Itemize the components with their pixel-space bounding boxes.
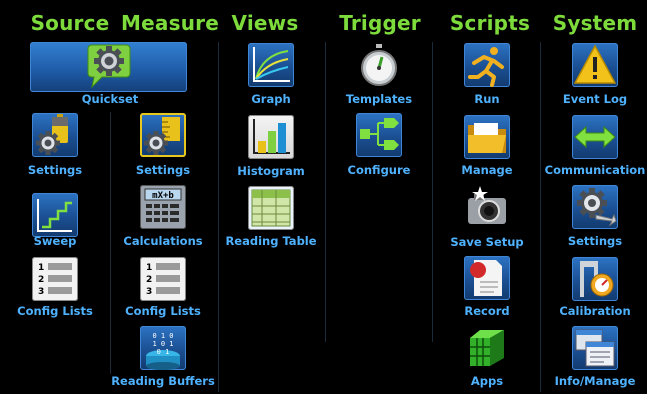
gear-wrench-icon xyxy=(577,188,617,227)
svg-text:1: 1 xyxy=(146,263,152,273)
header-source: Source xyxy=(30,11,110,35)
trigger-configure-label: Configure xyxy=(347,163,411,177)
quickset-button[interactable]: Quickset xyxy=(30,42,187,106)
record-document-icon xyxy=(470,260,502,296)
double-arrow-icon xyxy=(574,125,616,149)
battery-gear-icon xyxy=(36,114,68,155)
table-grid-icon xyxy=(251,189,291,227)
header-system: System xyxy=(552,11,638,35)
histogram-icon xyxy=(253,119,290,154)
measure-settings-label: Settings xyxy=(135,163,191,177)
caliper-gauge-icon xyxy=(580,261,614,297)
source-config-lists-label: Config Lists xyxy=(17,304,93,318)
column-divider xyxy=(325,42,326,342)
green-cube-icon xyxy=(470,330,504,366)
views-histogram-label: Histogram xyxy=(237,164,305,178)
calc-formula: mX+b xyxy=(152,191,174,201)
system-calibration-label: Calibration xyxy=(559,304,631,318)
calculator-icon: mX+b xyxy=(144,188,182,222)
numbered-list-icon: 1 2 3 xyxy=(146,263,180,297)
source-settings-label: Settings xyxy=(27,163,83,177)
quickset-label: Quickset xyxy=(81,92,139,106)
trigger-flow-icon xyxy=(360,118,399,150)
folder-icon xyxy=(468,123,506,153)
scripts-record-label: Record xyxy=(464,304,510,318)
running-person-icon xyxy=(468,47,504,87)
svg-text:1 0 1: 1 0 1 xyxy=(152,340,173,348)
ruler-gear-icon xyxy=(144,117,180,155)
graph-curves-icon xyxy=(253,47,290,82)
system-info-manage-label: Info/Manage xyxy=(554,374,636,388)
measure-reading-buffers-label: Reading Buffers xyxy=(111,374,215,388)
scripts-manage-label: Manage xyxy=(461,163,513,177)
scripts-run-label: Run xyxy=(474,92,500,106)
svg-text:3: 3 xyxy=(146,287,152,297)
warning-triangle-icon xyxy=(573,44,617,84)
measure-config-lists-label: Config Lists xyxy=(125,304,201,318)
svg-text:2: 2 xyxy=(146,275,152,285)
numbered-list-icon: 1 2 3 xyxy=(38,263,72,297)
system-settings-label: Settings xyxy=(567,234,623,248)
column-divider xyxy=(432,42,433,342)
camera-icon xyxy=(468,186,506,224)
system-communication-label: Communication xyxy=(544,163,646,177)
svg-text:0 1: 0 1 xyxy=(157,348,170,356)
header-measure: Measure xyxy=(121,11,219,35)
windows-info-icon xyxy=(575,329,615,367)
views-reading-table-label: Reading Table xyxy=(225,234,317,248)
measure-calculations-label: Calculations xyxy=(123,234,203,248)
header-views: Views xyxy=(231,11,299,35)
gear-speech-icon xyxy=(87,44,131,89)
header-scripts: Scripts xyxy=(449,11,531,35)
svg-text:0 1 0: 0 1 0 xyxy=(152,332,173,340)
stopwatch-icon xyxy=(361,44,397,86)
views-graph-label: Graph xyxy=(251,92,291,106)
header-trigger: Trigger xyxy=(339,11,421,35)
svg-text:3: 3 xyxy=(38,287,44,297)
svg-text:2: 2 xyxy=(38,275,44,285)
sweep-steps-icon xyxy=(37,199,72,232)
data-bucket-icon: 0 1 0 1 0 1 0 1 xyxy=(146,332,180,370)
scripts-save-setup-label: Save Setup xyxy=(450,235,524,249)
system-event-log-label: Event Log xyxy=(562,92,628,106)
svg-text:1: 1 xyxy=(38,263,44,273)
trigger-templates-label: Templates xyxy=(345,92,413,106)
source-sweep-label: Sweep xyxy=(33,234,77,248)
scripts-apps-label: Apps xyxy=(470,374,504,388)
